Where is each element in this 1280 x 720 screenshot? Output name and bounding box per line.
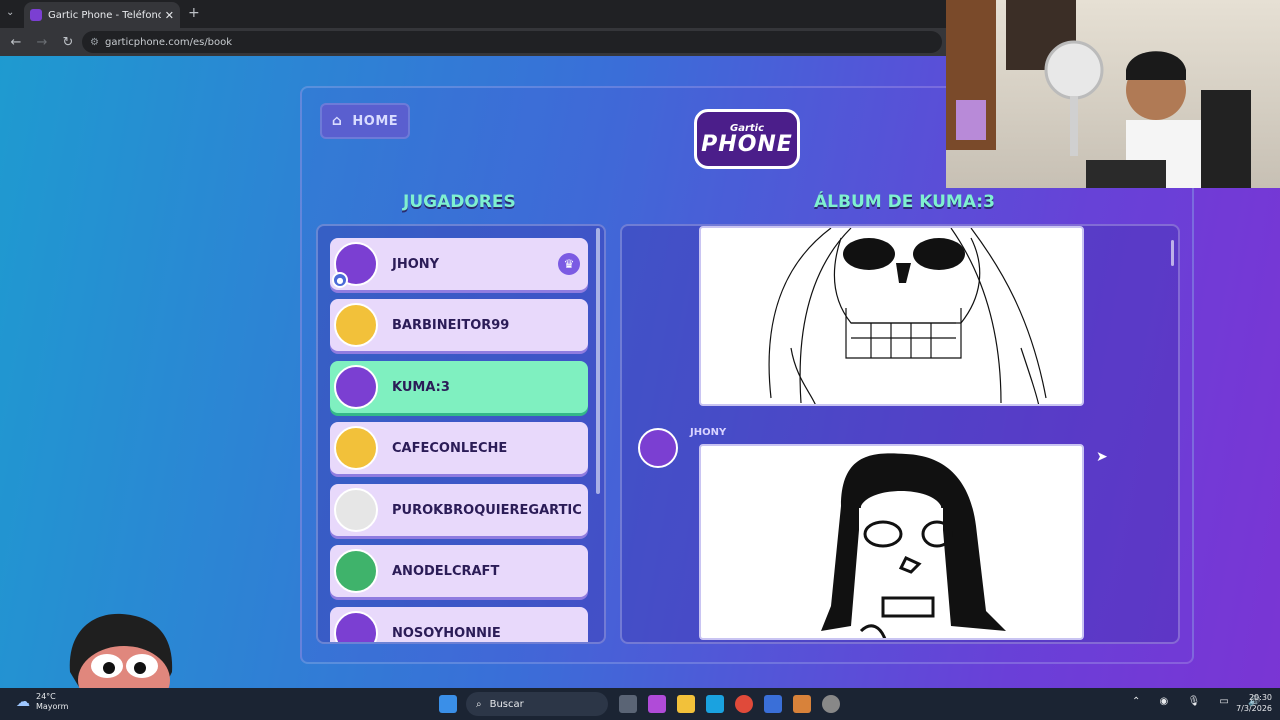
house-icon: ⌂: [331, 113, 343, 129]
skull-drawing-sketch: [768, 228, 1047, 404]
tab-list-chevron-icon[interactable]: ⌄: [6, 7, 14, 18]
clock-date: 7/3/2026: [1236, 704, 1272, 713]
players-list[interactable]: ● JHONY ♛ BARBINEITOR99 KUMA:3 CAFECONLE…: [316, 224, 606, 644]
crown-icon: ♛: [558, 253, 580, 275]
search-placeholder: Buscar: [489, 698, 524, 710]
taskbar-search[interactable]: ⌕ Buscar: [466, 692, 608, 716]
weather-widget[interactable]: ☁ 24°C Mayorm: [16, 692, 68, 712]
players-scrollbar[interactable]: [596, 228, 600, 494]
player-item-barbineitor99[interactable]: BARBINEITOR99: [330, 299, 588, 351]
player-name: NOSOYHONNIE: [392, 625, 501, 641]
tab-close-icon[interactable]: ✕: [165, 9, 174, 22]
address-bar[interactable]: ⚙ garticphone.com/es/book: [82, 31, 942, 53]
browser-tab-gartic[interactable]: Gartic Phone - Teléfono Descon ✕: [24, 2, 180, 28]
player-item-jhony[interactable]: ● JHONY ♛: [330, 238, 588, 290]
player-name: ANODELCRAFT: [392, 563, 500, 579]
search-icon: ⌕: [476, 698, 482, 710]
forward-arrow-icon[interactable]: →: [30, 35, 54, 50]
tab-title: Gartic Phone - Teléfono Descon: [48, 9, 161, 21]
player-name: CAFECONLECHE: [392, 440, 508, 456]
avatar: [334, 426, 378, 470]
file-explorer-icon[interactable]: [677, 695, 695, 713]
weather-text: Mayorm: [36, 702, 69, 711]
face-drawing-sketch: [821, 453, 1006, 638]
avatar: [334, 365, 378, 409]
player-name: PUROKBROQUIEREGARTIC: [392, 502, 582, 518]
webcam-scene: [946, 0, 1251, 188]
copilot-icon[interactable]: [648, 695, 666, 713]
album-author-name: JHONY: [690, 427, 727, 438]
back-arrow-icon[interactable]: ←: [4, 35, 28, 50]
url-text: garticphone.com/es/book: [104, 36, 233, 48]
chrome-icon[interactable]: [735, 695, 753, 713]
mouse-cursor-icon: ➤: [1096, 449, 1108, 465]
avatar: [334, 488, 378, 532]
clock-time: 20:30: [1248, 693, 1272, 702]
obs-icon[interactable]: [822, 695, 840, 713]
avatar: [334, 611, 378, 642]
album-drawing-1: [699, 226, 1084, 406]
user-badge-icon: ●: [332, 272, 348, 288]
app-icon[interactable]: [793, 695, 811, 713]
weather-temp: 24°C: [36, 692, 56, 701]
home-button[interactable]: ⌂ HOME: [320, 103, 410, 139]
avatar: ●: [332, 242, 378, 288]
album-author-avatar: [638, 428, 678, 468]
players-heading: JUGADORES: [403, 192, 516, 212]
webcam-overlay: [946, 0, 1280, 188]
site-info-icon[interactable]: ⚙: [90, 37, 99, 48]
task-view-icon[interactable]: [619, 695, 637, 713]
gartic-favicon-icon: [30, 9, 42, 21]
player-name: JHONY: [392, 256, 440, 272]
windows-taskbar: ☁ 24°C Mayorm ⌕ Buscar ⌃ ◉ 🎙 ▭ 🔊 20:30 7…: [0, 688, 1280, 720]
player-name: KUMA:3: [392, 379, 450, 395]
logo-main-text: PHONE: [701, 131, 793, 157]
player-item-purokbroquieregartic[interactable]: PUROKBROQUIEREGARTIC: [330, 484, 588, 536]
windows-start-icon[interactable]: [439, 695, 457, 713]
player-item-nosoyhonnie[interactable]: NOSOYHONNIE: [330, 607, 588, 642]
player-item-kuma3[interactable]: KUMA:3: [330, 361, 588, 413]
album-scrollbar[interactable]: [1171, 240, 1174, 266]
edge-icon[interactable]: [706, 695, 724, 713]
avatar: [334, 549, 378, 593]
store-icon[interactable]: [764, 695, 782, 713]
reload-icon[interactable]: ↻: [56, 35, 80, 50]
clock[interactable]: 20:30 7/3/2026: [1236, 692, 1272, 714]
gartic-phone-logo: Gartic PHONE: [686, 103, 808, 175]
weather-cloud-icon: ☁: [16, 694, 30, 710]
avatar: [334, 303, 378, 347]
album-drawing-2: [699, 444, 1084, 640]
player-item-anodelcraft[interactable]: ANODELCRAFT: [330, 545, 588, 597]
player-name: BARBINEITOR99: [392, 317, 510, 333]
home-label: HOME: [352, 113, 399, 129]
player-item-cafeconleche[interactable]: CAFECONLECHE: [330, 422, 588, 474]
album-heading: ÁLBUM DE KUMA:3: [814, 192, 995, 212]
new-tab-button[interactable]: +: [188, 5, 200, 21]
